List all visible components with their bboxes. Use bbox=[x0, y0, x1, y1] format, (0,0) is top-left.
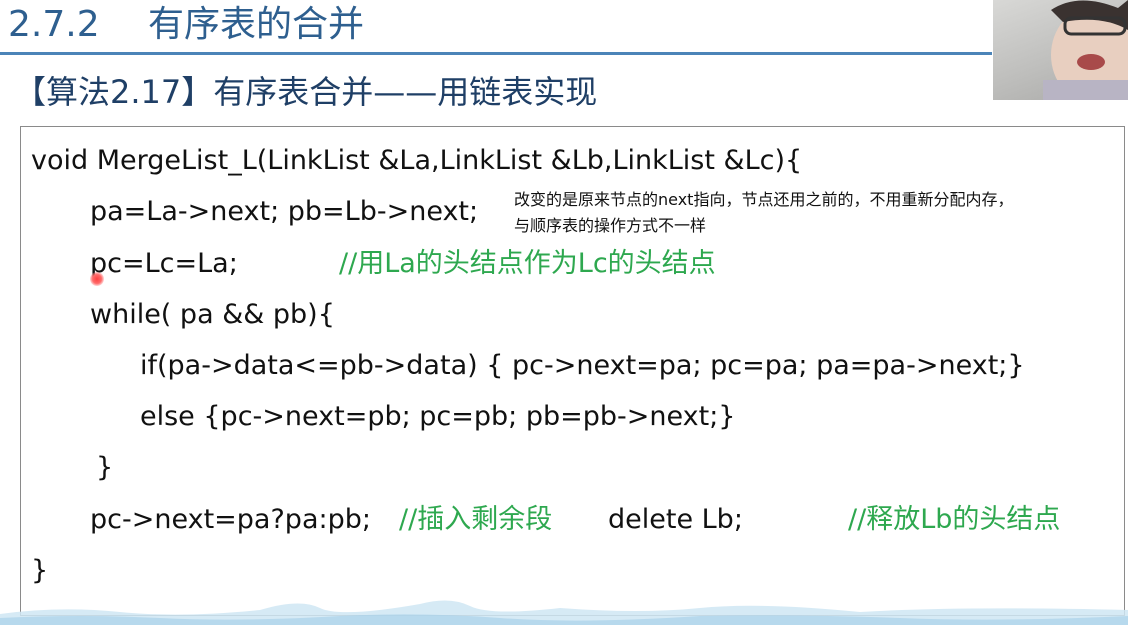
section-number: 2.7.2 bbox=[8, 4, 100, 45]
presenter-webcam bbox=[993, 0, 1128, 100]
code-line-function-close: } bbox=[31, 555, 49, 586]
code-block: void MergeList_L(LinkList &La,LinkList &… bbox=[20, 126, 1125, 616]
code-comment-insert-rest: //插入剩余段 bbox=[399, 504, 553, 535]
code-line-signature: void MergeList_L(LinkList &La,LinkList &… bbox=[31, 145, 803, 176]
annotation-line-1: 改变的是原来节点的next指向，节点还用之前的，不用重新分配内存， bbox=[514, 190, 1014, 209]
code-line-append-rest: pc->next=pa?pa:pb; bbox=[90, 504, 371, 535]
code-line-else: else {pc->next=pb; pc=pb; pb=pb->next;} bbox=[140, 401, 736, 432]
code-comment-free-head: //释放Lb的头结点 bbox=[848, 504, 1061, 535]
laser-pointer-icon bbox=[90, 272, 104, 286]
annotation-line-2: 与顺序表的操作方式不一样 bbox=[514, 216, 707, 235]
code-line-if: if(pa->data<=pb->data) { pc->next=pa; pc… bbox=[140, 350, 1025, 381]
code-line-init-pointers: pa=La->next; pb=Lb->next; bbox=[90, 196, 479, 227]
section-heading: 有序表的合并 bbox=[148, 4, 365, 45]
code-line-pc-init: pc=Lc=La; bbox=[90, 248, 238, 279]
presenter-avatar-icon bbox=[1043, 0, 1128, 100]
code-comment-head-node: //用La的头结点作为Lc的头结点 bbox=[339, 248, 716, 279]
header-divider bbox=[0, 52, 992, 55]
code-line-while: while( pa && pb){ bbox=[90, 299, 335, 330]
code-line-delete: delete Lb; bbox=[608, 504, 743, 535]
section-title: 2.7.2 有序表的合并 bbox=[8, 2, 364, 48]
annotation-note: 改变的是原来节点的next指向，节点还用之前的，不用重新分配内存， 与顺序表的操… bbox=[514, 187, 1114, 239]
decorative-wave bbox=[0, 600, 1128, 625]
algorithm-title: 【算法2.17】有序表合并——用链表实现 bbox=[14, 73, 598, 111]
code-line-while-close: } bbox=[96, 452, 114, 483]
